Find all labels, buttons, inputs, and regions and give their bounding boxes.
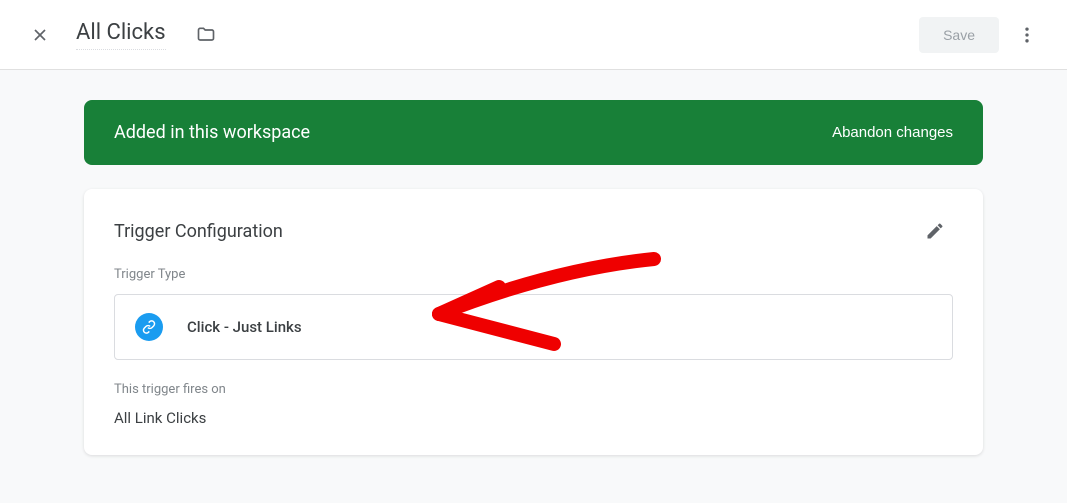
close-button[interactable] xyxy=(20,15,60,55)
trigger-config-card: Trigger Configuration Trigger Type Click… xyxy=(84,189,983,455)
card-header: Trigger Configuration xyxy=(114,213,953,249)
folder-button[interactable] xyxy=(186,15,226,55)
link-icon xyxy=(135,313,163,341)
fires-on-value: All Link Clicks xyxy=(114,409,953,427)
close-icon xyxy=(30,25,50,45)
header-bar: All Clicks Save xyxy=(0,0,1067,70)
more-vert-icon xyxy=(1017,25,1037,45)
pencil-icon xyxy=(925,221,945,241)
content-area: Added in this workspace Abandon changes … xyxy=(0,70,1067,503)
trigger-type-box[interactable]: Click - Just Links xyxy=(114,294,953,360)
folder-icon xyxy=(196,25,216,45)
card-title: Trigger Configuration xyxy=(114,221,283,242)
fires-on-label: This trigger fires on xyxy=(114,382,953,397)
more-options-button[interactable] xyxy=(1007,15,1047,55)
banner-text: Added in this workspace xyxy=(114,122,310,143)
page-title[interactable]: All Clicks xyxy=(76,20,166,50)
save-button[interactable]: Save xyxy=(919,17,999,53)
abandon-changes-button[interactable]: Abandon changes xyxy=(832,124,953,141)
trigger-type-value: Click - Just Links xyxy=(187,318,302,336)
trigger-type-label: Trigger Type xyxy=(114,267,953,282)
edit-button[interactable] xyxy=(917,213,953,249)
workspace-banner: Added in this workspace Abandon changes xyxy=(84,100,983,165)
